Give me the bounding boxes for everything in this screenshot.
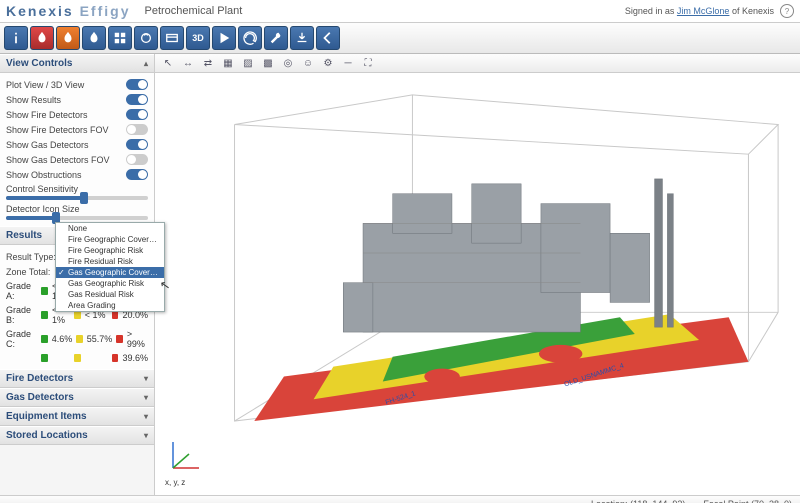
slider-label: Control Sensitivity xyxy=(6,184,148,194)
slider[interactable] xyxy=(6,196,148,200)
vc-row: Show Fire Detectors FOV xyxy=(6,122,148,137)
vc-row: Plot View / 3D View xyxy=(6,77,148,92)
toggle[interactable] xyxy=(126,169,148,180)
header-right: Signed in as Jim McGlone of Kenexis ? xyxy=(625,4,794,18)
vt-box[interactable]: ▦ xyxy=(221,56,235,70)
vt-user[interactable]: ☺ xyxy=(301,56,315,70)
vt-select[interactable]: ↖ xyxy=(161,56,175,70)
dropdown-option[interactable]: Fire Residual Risk xyxy=(56,256,164,267)
vc-slider-row: Control Sensitivity xyxy=(6,182,148,202)
vc-row: Show Fire Detectors xyxy=(6,107,148,122)
toggle[interactable] xyxy=(126,94,148,105)
fire2-button[interactable] xyxy=(56,26,80,50)
vt-full[interactable]: ⛶ xyxy=(361,56,375,70)
signed-in-text: Signed in as Jim McGlone of Kenexis xyxy=(625,6,774,16)
vc-row: Show Gas Detectors xyxy=(6,137,148,152)
info-button[interactable] xyxy=(4,26,28,50)
brand-logo: Kenexis Effigy xyxy=(6,3,130,19)
vt-minus[interactable]: ─ xyxy=(341,56,355,70)
dropdown-option[interactable]: Gas Geographic Risk xyxy=(56,278,164,289)
fire3-button[interactable] xyxy=(82,26,106,50)
vt-move[interactable]: ↔ xyxy=(181,56,195,70)
project-name: Petrochemical Plant xyxy=(144,5,242,17)
status-bar: Location: (118, 144, 93) Focal Point (70… xyxy=(0,495,800,503)
wrench-button[interactable] xyxy=(264,26,288,50)
slider-label: Detector Icon Size xyxy=(6,204,148,214)
vt-boxsolid[interactable]: ▩ xyxy=(261,56,275,70)
toggle[interactable] xyxy=(126,154,148,165)
toggle[interactable] xyxy=(126,109,148,120)
wind-button[interactable] xyxy=(134,26,158,50)
download-button[interactable] xyxy=(290,26,314,50)
chevron-down-icon: ▾ xyxy=(144,393,148,402)
vc-slider-row: Detector Icon Size xyxy=(6,202,148,222)
chevron-up-icon: ▴ xyxy=(144,59,148,68)
axes-gizmo: x, y, z xyxy=(165,436,205,487)
help-icon[interactable]: ? xyxy=(780,4,794,18)
dropdown-option[interactable]: None xyxy=(56,223,164,234)
toggle[interactable] xyxy=(126,79,148,90)
play-button[interactable] xyxy=(212,26,236,50)
slider[interactable] xyxy=(6,216,148,220)
vc-row: Show Gas Detectors FOV xyxy=(6,152,148,167)
3d-button[interactable]: 3D xyxy=(186,26,210,50)
vt-link[interactable]: ⇄ xyxy=(201,56,215,70)
vt-target[interactable]: ◎ xyxy=(281,56,295,70)
main-toolbar: 3D xyxy=(0,23,800,54)
vc-row: Show Results xyxy=(6,92,148,107)
toggle[interactable] xyxy=(126,139,148,150)
panel-gas-detectors[interactable]: Gas Detectors▾ xyxy=(0,388,154,407)
vc-row: Show Obstructions xyxy=(6,167,148,182)
viewport: ↖ ↔ ⇄ ▦ ▨ ▩ ◎ ☺ ⚙ ─ ⛶ xyxy=(155,54,800,495)
chevron-down-icon: ▾ xyxy=(144,431,148,440)
grid-button[interactable] xyxy=(108,26,132,50)
grade-row: Grade C:4.6%55.7%> 99% xyxy=(6,327,148,351)
chevron-down-icon: ▾ xyxy=(144,374,148,383)
toggle[interactable] xyxy=(126,124,148,135)
vc-label: Plot View / 3D View xyxy=(6,80,84,90)
grade-row: 39.6% xyxy=(6,351,148,365)
card-button[interactable] xyxy=(160,26,184,50)
panel-stored-locations[interactable]: Stored Locations▾ xyxy=(0,426,154,445)
user-link[interactable]: Jim McGlone xyxy=(677,6,730,16)
dropdown-option[interactable]: Fire Geographic Coverage xyxy=(56,234,164,245)
status-focal: Focal Point (70, 38, 0) xyxy=(703,499,792,503)
chevron-down-icon: ▾ xyxy=(144,412,148,421)
viewport-toolbar: ↖ ↔ ⇄ ▦ ▨ ▩ ◎ ☺ ⚙ ─ ⛶ xyxy=(155,54,800,73)
result-type-dropdown[interactable]: NoneFire Geographic CoverageFire Geograp… xyxy=(55,222,165,312)
dropdown-option[interactable]: Fire Geographic Risk xyxy=(56,245,164,256)
vc-label: Show Gas Detectors xyxy=(6,140,89,150)
app-header: Kenexis Effigy Petrochemical Plant Signe… xyxy=(0,0,800,23)
cursor-icon: ↖ xyxy=(159,277,171,293)
view-controls-body: Plot View / 3D View Show Results Show Fire… xyxy=(0,73,154,226)
vc-label: Show Obstructions xyxy=(6,170,82,180)
vc-label: Show Results xyxy=(6,95,61,105)
vc-label: Show Gas Detectors FOV xyxy=(6,155,110,165)
panel-view-controls[interactable]: View Controls▴ xyxy=(0,54,154,73)
3d-canvas[interactable]: FH-524_1 OLD_USNAMMC_4 x, y, z xyxy=(155,73,800,495)
vc-label: Show Fire Detectors xyxy=(6,110,88,120)
vc-label: Show Fire Detectors FOV xyxy=(6,125,109,135)
fire-button[interactable] xyxy=(30,26,54,50)
vt-boxwire[interactable]: ▨ xyxy=(241,56,255,70)
panel-fire-detectors[interactable]: Fire Detectors▾ xyxy=(0,369,154,388)
dropdown-option[interactable]: Gas Geographic Coverage xyxy=(56,267,164,278)
vt-gear[interactable]: ⚙ xyxy=(321,56,335,70)
status-location: Location: (118, 144, 93) xyxy=(591,499,685,503)
refresh-button[interactable] xyxy=(238,26,262,50)
back-button[interactable] xyxy=(316,26,340,50)
dropdown-option[interactable]: Area Grading xyxy=(56,300,164,311)
dropdown-option[interactable]: Gas Residual Risk xyxy=(56,289,164,300)
panel-equipment-items[interactable]: Equipment Items▾ xyxy=(0,407,154,426)
